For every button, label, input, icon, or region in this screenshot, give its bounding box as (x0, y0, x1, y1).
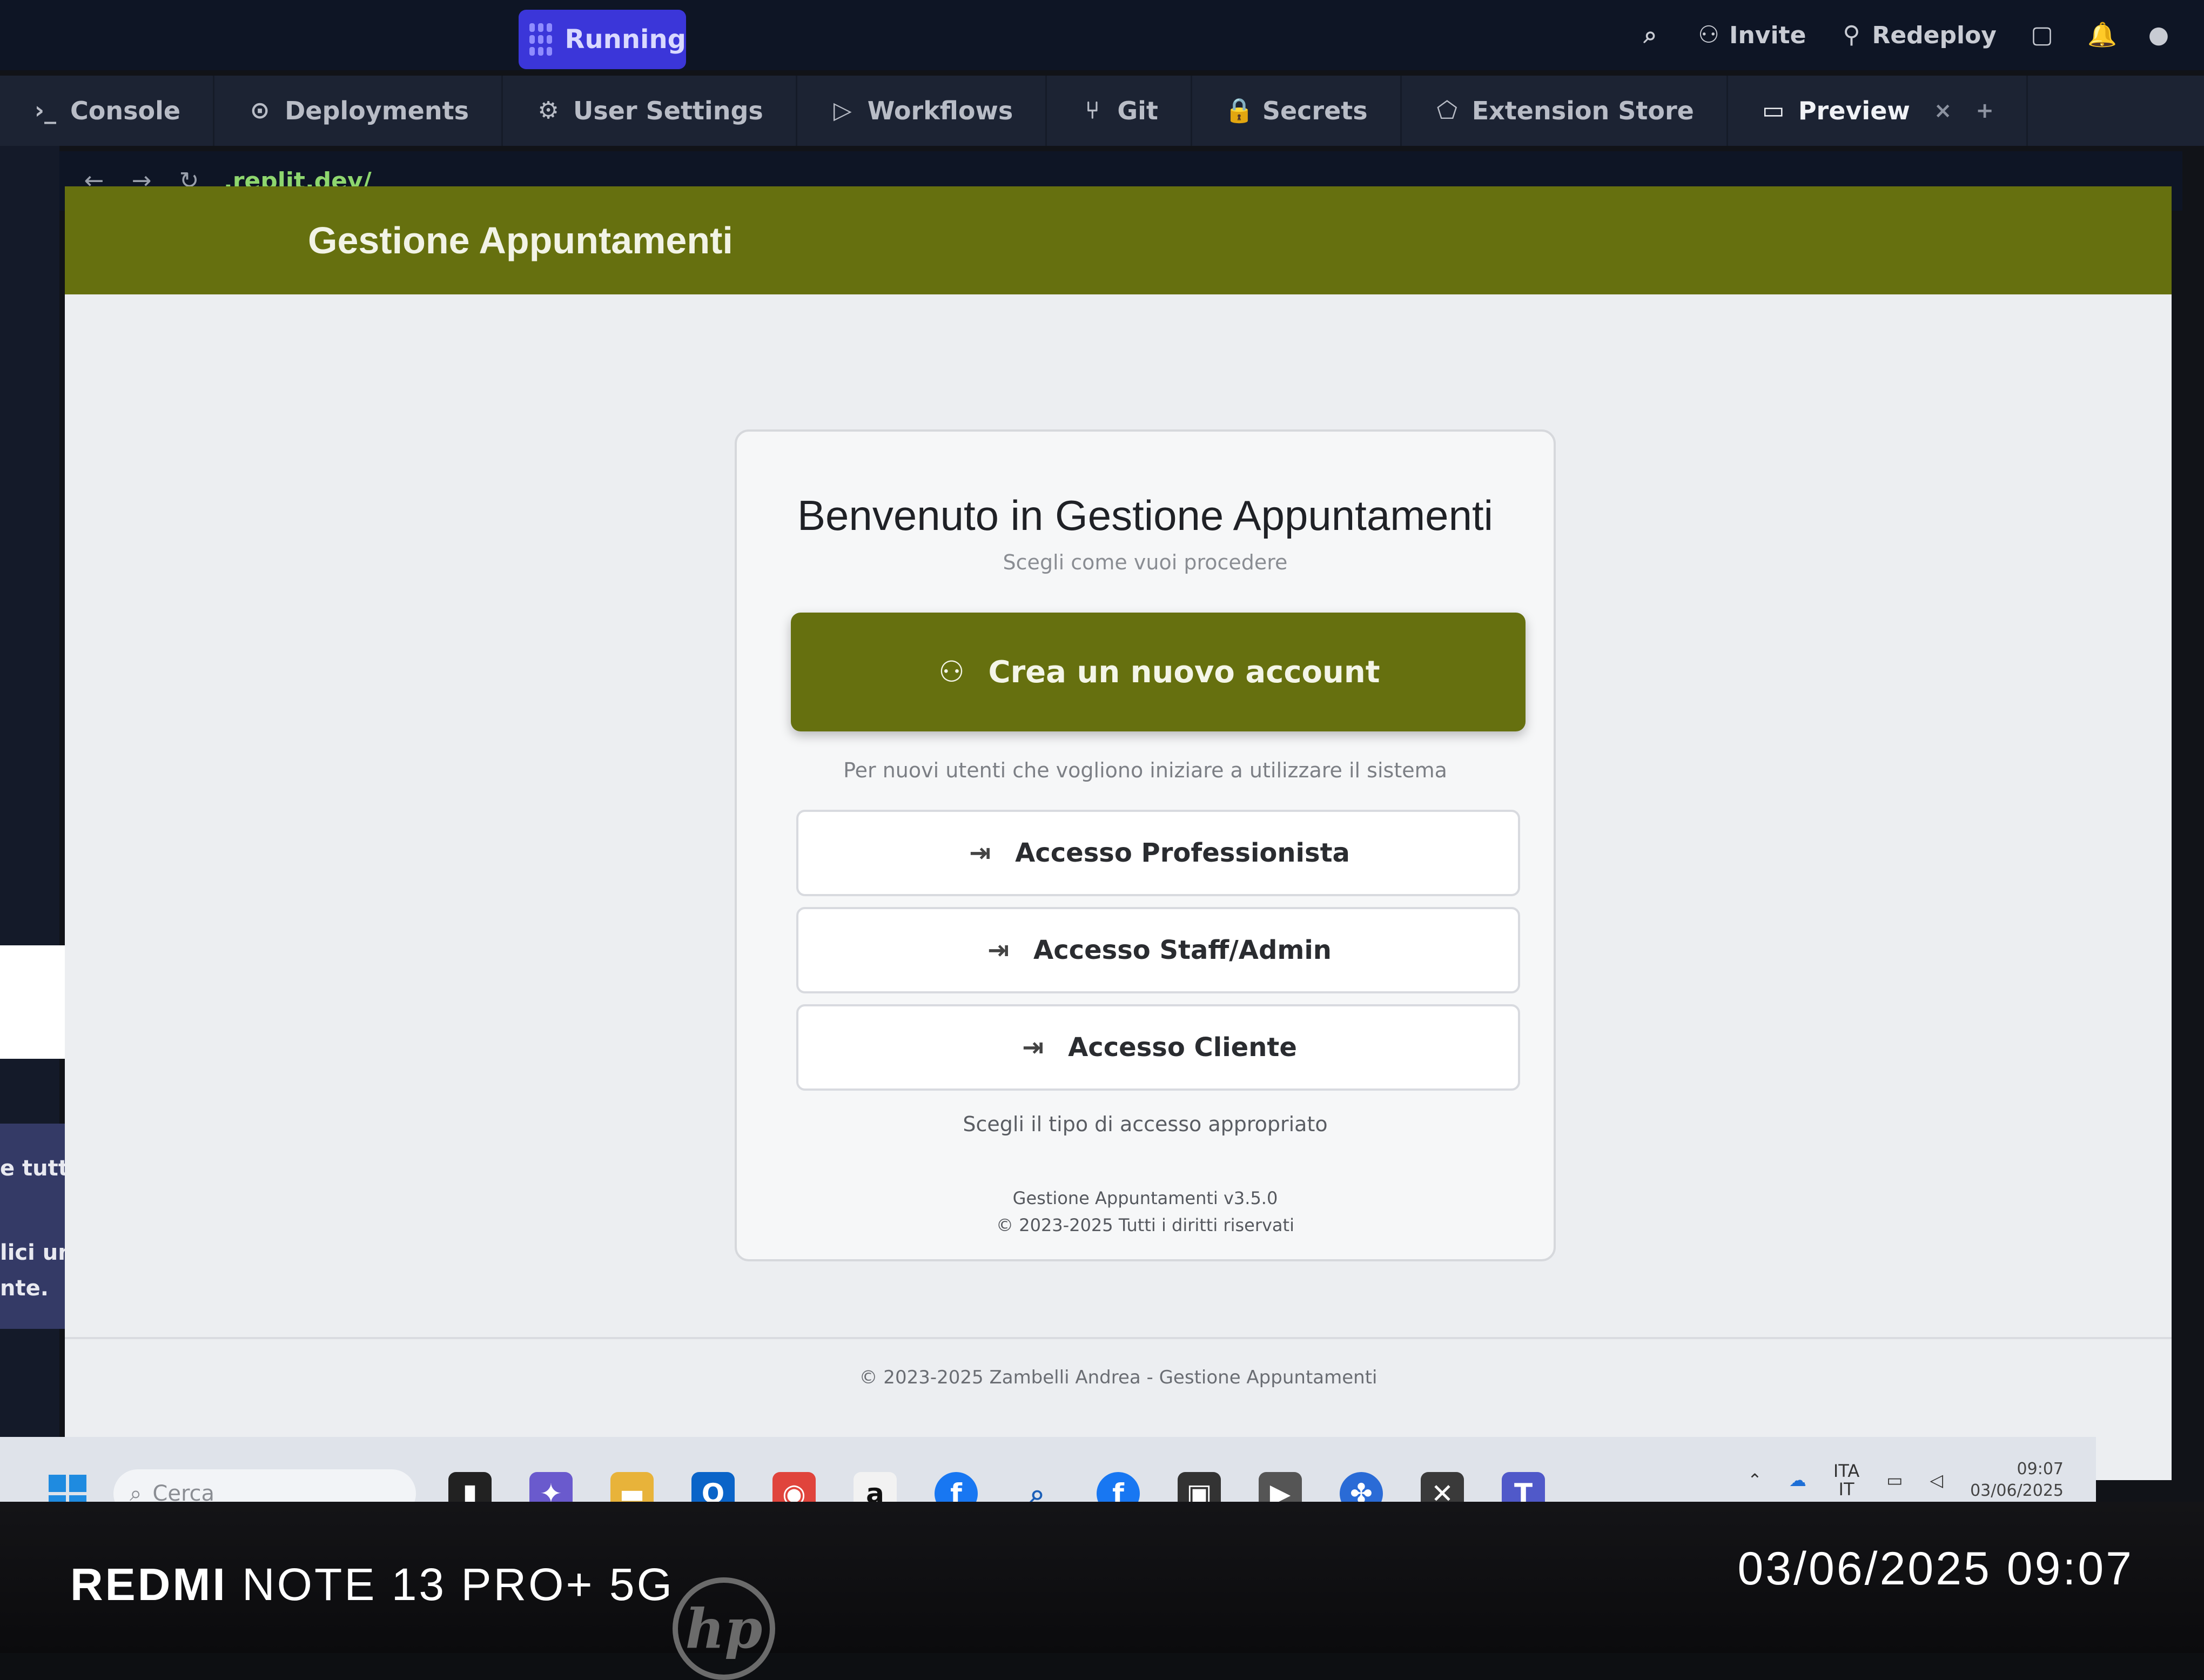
access-staff-label: Accesso Staff/Admin (1033, 935, 1332, 965)
card-copyright: © 2023-2025 Tutti i diritti riservati (996, 1215, 1294, 1235)
app-title: Gestione Appuntamenti (308, 219, 733, 261)
redeploy-label: Redeploy (1872, 21, 1997, 49)
clock-date: 03/06/2025 (1970, 1481, 2064, 1500)
close-icon[interactable]: × (1934, 98, 1952, 123)
terminal-icon: ›_ (34, 97, 57, 124)
layout-label: IT (1838, 1479, 1854, 1500)
git-branch-icon: ⑂ (1085, 97, 1100, 124)
monitor-photo: Running ⌕ ⚇ Invite ⚲ Redeploy ▢ 🔔 ● ›_ C… (0, 0, 2204, 1680)
system-tray: ⌃ ☁ ITA IT ▭ ◁ 09:07 03/06/2025 (1748, 1459, 2064, 1502)
access-client-label: Accesso Cliente (1068, 1032, 1297, 1063)
run-status-label: Running (565, 24, 686, 55)
welcome-title: Benvenuto in Gestione Appuntamenti (797, 492, 1493, 539)
camera-watermark-timestamp: 03/06/2025 09:07 (1737, 1543, 2134, 1595)
hp-logo: hp (673, 1577, 775, 1680)
grid-icon (529, 23, 552, 56)
access-staff-button[interactable]: ⇥ Accesso Staff/Admin (796, 907, 1520, 993)
chevron-up-icon[interactable]: ⌃ (1748, 1470, 1762, 1490)
network-icon[interactable]: ▭ (1886, 1470, 1903, 1490)
tab-user-settings[interactable]: ⚙ User Settings (503, 76, 797, 146)
welcome-subtitle: Scegli come vuoi procedere (1003, 550, 1288, 574)
camera-model: NOTE 13 PRO+ 5G (242, 1559, 674, 1610)
login-icon: ⇥ (987, 935, 1010, 965)
invite-button[interactable]: ⚇ Invite (1696, 22, 1806, 49)
workspace-tabs: ›_ Console ⊙ Deployments ⚙ User Settings… (0, 76, 2204, 146)
login-icon: ⇥ (969, 838, 991, 868)
language-label: ITA (1833, 1461, 1860, 1481)
tab-deployments[interactable]: ⊙ Deployments (214, 76, 503, 146)
onedrive-icon[interactable]: ☁ (1789, 1470, 1806, 1490)
language-indicator[interactable]: ITA IT (1833, 1462, 1859, 1498)
create-account-label: Crea un nuovo account (988, 654, 1380, 690)
tab-label: Git (1117, 96, 1158, 125)
avatar[interactable]: ● (2146, 22, 2172, 48)
chat-icon[interactable]: ▢ (2029, 22, 2055, 48)
play-icon: ▷ (833, 97, 852, 124)
tab-label: Console (70, 96, 181, 125)
lock-icon: 🔒 (1224, 97, 1254, 124)
tab-preview[interactable]: ▭ Preview × + (1728, 76, 2028, 146)
location-pin-icon: ⚲ (1843, 21, 1860, 49)
create-account-button[interactable]: ⚇ Crea un nuovo account (791, 613, 1526, 731)
notification-bell-icon[interactable]: 🔔 (2087, 22, 2117, 48)
tab-console[interactable]: ›_ Console (0, 76, 215, 146)
invite-label: Invite (1729, 21, 1806, 49)
redeploy-button[interactable]: ⚲ Redeploy (1838, 22, 1997, 49)
access-professional-button[interactable]: ⇥ Accesso Professionista (796, 810, 1520, 896)
tab-label: Extension Store (1471, 96, 1694, 125)
puzzle-icon: ⬠ (1436, 97, 1457, 124)
tab-label: Preview (1798, 96, 1910, 125)
camera-watermark-model: REDMI NOTE 13 PRO+ 5G (70, 1558, 674, 1611)
tab-label: User Settings (573, 96, 763, 125)
volume-icon[interactable]: ◁ (1930, 1470, 1943, 1490)
access-note: Scegli il tipo di accesso appropriato (963, 1112, 1328, 1136)
create-account-note: Per nuovi utenti che vogliono iniziare a… (843, 758, 1447, 782)
login-icon: ⇥ (1022, 1032, 1044, 1063)
camera-brand: REDMI (70, 1559, 227, 1610)
footer-divider (65, 1337, 2172, 1339)
user-plus-icon: ⚇ (938, 655, 965, 689)
tab-git[interactable]: ⑂ Git (1047, 76, 1192, 146)
monitor-icon: ▭ (1762, 97, 1785, 124)
tab-extension-store[interactable]: ⬠ Extension Store (1402, 76, 1728, 146)
tab-label: Workflows (867, 96, 1013, 125)
taskbar-clock[interactable]: 09:07 03/06/2025 (1970, 1459, 2064, 1502)
tab-workflows[interactable]: ▷ Workflows (797, 76, 1047, 146)
clock-time: 09:07 (2017, 1460, 2064, 1479)
tab-secrets[interactable]: 🔒 Secrets (1192, 76, 1402, 146)
app-header: Gestione Appuntamenti (65, 186, 2172, 294)
welcome-card: Benvenuto in Gestione Appuntamenti Scegl… (735, 429, 1556, 1261)
run-status-button[interactable]: Running (519, 10, 686, 69)
user-plus-icon: ⚇ (1698, 21, 1719, 49)
page-footer: © 2023-2025 Zambelli Andrea - Gestione A… (859, 1367, 1378, 1388)
access-professional-label: Accesso Professionista (1015, 838, 1350, 868)
add-tab-icon[interactable]: + (1975, 98, 1994, 123)
deploy-icon: ⊙ (250, 97, 270, 124)
search-icon[interactable]: ⌕ (1637, 22, 1663, 48)
replit-topbar: Running ⌕ ⚇ Invite ⚲ Redeploy ▢ 🔔 ● (0, 0, 2204, 70)
gear-icon: ⚙ (537, 97, 559, 124)
tab-label: Secrets (1262, 96, 1368, 125)
app-preview: Gestione Appuntamenti Benvenuto in Gesti… (65, 186, 2172, 1480)
version-text: Gestione Appuntamenti v3.5.0 (1012, 1188, 1278, 1208)
access-client-button[interactable]: ⇥ Accesso Cliente (796, 1004, 1520, 1091)
tab-label: Deployments (285, 96, 469, 125)
